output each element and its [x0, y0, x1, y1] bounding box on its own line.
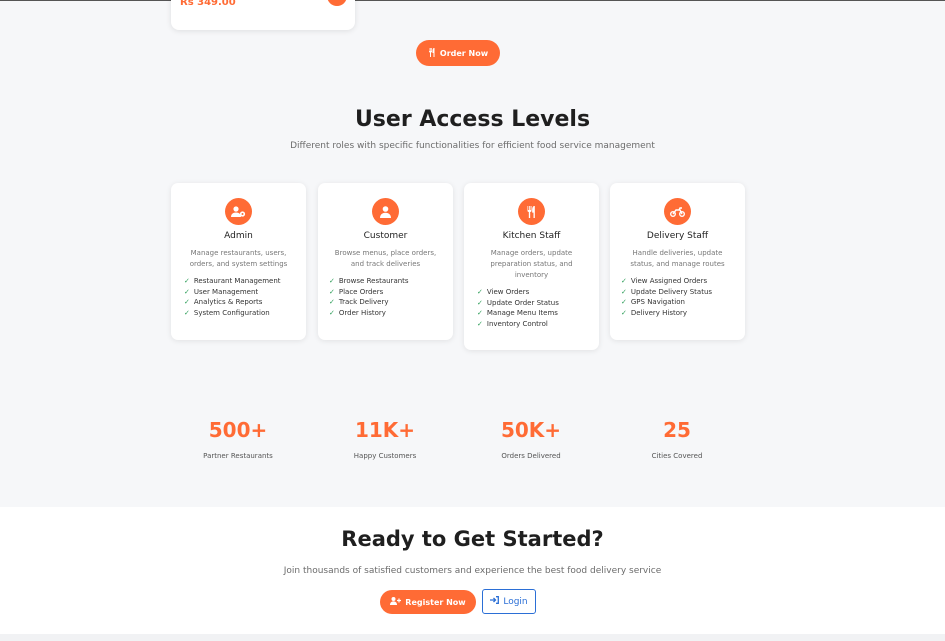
feature-item: ✓ Inventory Control: [477, 319, 548, 328]
access-levels-subtitle: Different roles with specific functional…: [290, 141, 655, 151]
stat-value: 500+: [208, 418, 268, 442]
check-icon: ✓: [184, 277, 190, 285]
feature-list: ✓ Browse Restaurants ✓ Place Orders ✓ Track…: [329, 276, 409, 318]
check-icon: ✓: [477, 309, 483, 317]
stat-label: Cities Covered: [651, 452, 703, 460]
role-description: Manage orders, update preparation status…: [490, 249, 573, 279]
login-button[interactable]: Login: [482, 589, 536, 614]
feature-item: ✓ GPS Navigation: [621, 298, 685, 306]
user-gear-icon: [225, 198, 252, 225]
stat-label: Partner Restaurants: [203, 452, 273, 460]
check-icon: ✓: [329, 287, 335, 296]
cta-section: Ready to Get Started? Join thousands of …: [0, 507, 945, 634]
plus-icon: +: [332, 0, 341, 2]
order-now-button[interactable]: Order Now: [416, 40, 500, 66]
feature-item: ✓ System Configuration: [184, 308, 270, 317]
footer-band: [0, 634, 945, 641]
check-icon: ✓: [329, 308, 335, 317]
cta-title: Ready to Get Started?: [341, 527, 604, 551]
access-levels-title: User Access Levels: [354, 107, 591, 132]
feature-item: ✓ Browse Restaurants: [329, 277, 409, 285]
menu-item-card[interactable]: Rs 349.00 +: [171, 0, 355, 30]
motorcycle-icon: [664, 198, 691, 225]
user-icon: [372, 198, 399, 225]
stat-happy-customers: 11K+ Happy Customers: [315, 418, 455, 460]
feature-item: ✓ Delivery History: [621, 308, 688, 317]
role-name: Kitchen Staff: [502, 231, 561, 241]
role-description: Browse menus, place orders, and track de…: [334, 249, 437, 268]
feature-item: ✓ Track Delivery: [329, 298, 389, 306]
feature-item: ✓ Place Orders: [329, 287, 384, 296]
role-card-admin: Admin Manage restaurants, users, orders,…: [171, 183, 306, 340]
check-icon: ✓: [184, 308, 190, 317]
sign-in-icon: [490, 596, 500, 607]
check-icon: ✓: [184, 287, 190, 296]
top-divider: [0, 0, 945, 1]
feature-list: ✓ View Orders ✓ Update Order Status ✓ Manag…: [477, 287, 559, 329]
check-icon: ✓: [477, 319, 483, 328]
check-icon: ✓: [621, 308, 627, 317]
cta-subtitle: Join thousands of satisfied customers an…: [283, 566, 662, 576]
role-name: Admin: [224, 231, 253, 241]
feature-item: ✓ Analytics & Reports: [184, 298, 263, 306]
role-card-delivery-staff: Delivery Staff Handle deliveries, update…: [610, 183, 745, 340]
check-icon: ✓: [329, 298, 335, 306]
feature-item: ✓ User Management: [184, 287, 259, 296]
role-card-customer: Customer Browse menus, place orders, and…: [318, 183, 453, 340]
feature-item: ✓ View Orders: [477, 288, 530, 296]
check-icon: ✓: [477, 288, 483, 296]
stat-cities-covered: 25 Cities Covered: [607, 418, 747, 460]
register-now-label: Register Now: [405, 597, 466, 607]
role-name: Customer: [363, 231, 408, 241]
menu-item-price: Rs 349.00: [180, 0, 236, 8]
feature-item: ✓ Update Delivery Status: [621, 287, 713, 296]
check-icon: ✓: [621, 277, 627, 285]
add-to-cart-button[interactable]: +: [327, 0, 347, 6]
stat-value: 25: [663, 418, 691, 442]
feature-item: ✓ Update Order Status: [477, 298, 559, 307]
stat-value: 50K+: [500, 418, 562, 442]
feature-list: ✓ View Assigned Orders ✓ Update Delivery S…: [621, 276, 712, 318]
stat-label: Orders Delivered: [501, 452, 561, 460]
check-icon: ✓: [184, 298, 190, 306]
feature-list: ✓ Restaurant Management ✓ User Management …: [184, 276, 281, 318]
check-icon: ✓: [329, 277, 335, 285]
utensils-icon: [428, 47, 436, 59]
feature-item: ✓ Restaurant Management: [184, 277, 281, 285]
check-icon: ✓: [621, 287, 627, 296]
register-now-button[interactable]: Register Now: [380, 590, 476, 614]
stat-label: Happy Customers: [353, 452, 417, 460]
role-name: Delivery Staff: [646, 231, 709, 241]
check-icon: ✓: [477, 298, 483, 307]
role-description: Handle deliveries, update status, and ma…: [630, 249, 725, 268]
role-card-kitchen-staff: Kitchen Staff Manage orders, update prep…: [464, 183, 599, 350]
order-now-label: Order Now: [439, 48, 489, 58]
feature-item: ✓ Order History: [329, 308, 386, 317]
feature-item: ✓ Manage Menu Items: [477, 309, 558, 317]
stat-orders-delivered: 50K+ Orders Delivered: [461, 418, 601, 460]
stat-partner-restaurants: 500+ Partner Restaurants: [168, 418, 308, 460]
check-icon: ✓: [621, 298, 627, 306]
feature-item: ✓ View Assigned Orders: [621, 277, 708, 285]
role-description: Manage restaurants, users, orders, and s…: [189, 249, 288, 268]
stat-value: 11K+: [354, 418, 416, 442]
login-label: Login: [503, 596, 528, 607]
utensils-icon: [518, 198, 545, 225]
user-plus-icon: [390, 597, 402, 607]
